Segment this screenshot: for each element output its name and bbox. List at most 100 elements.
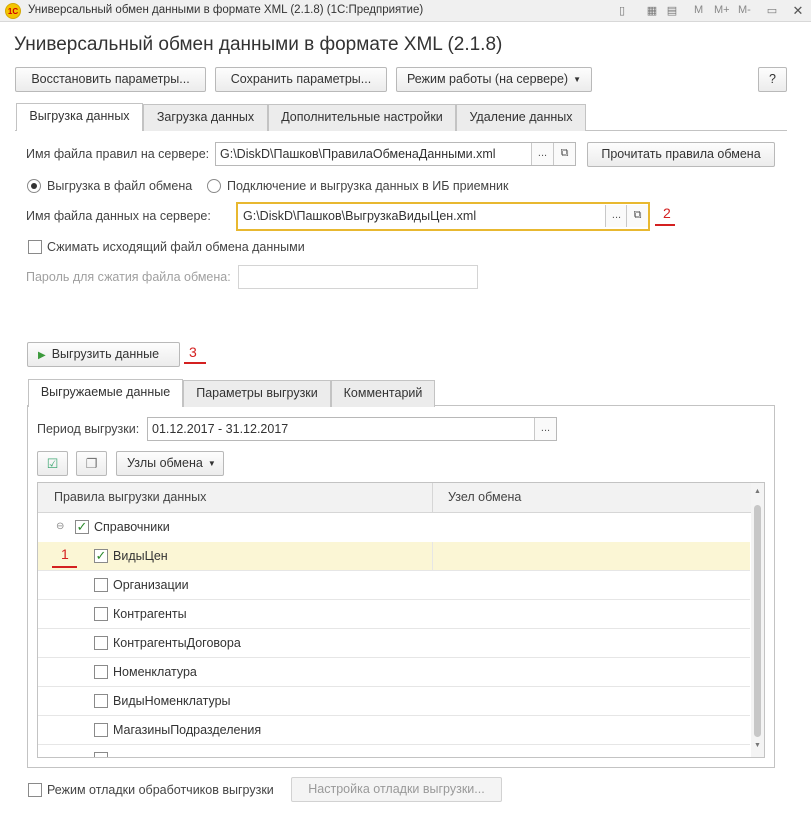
calculator-icon[interactable]: ▦ [644, 3, 660, 19]
table-row[interactable]: ВидыНоменклатуры [38, 687, 750, 716]
play-icon: ▶ [38, 350, 46, 361]
annotation-1-underline [52, 566, 77, 568]
tab-export-params[interactable]: Параметры выгрузки [183, 380, 331, 407]
minimize-icon[interactable]: ▭ [764, 3, 780, 19]
chevron-down-icon: ▼ [573, 75, 582, 84]
table-header: Правила выгрузки данных Узел обмена [38, 483, 764, 513]
calendar-icon[interactable]: ▤ [664, 3, 680, 19]
mode-dropdown-button[interactable]: Режим работы (на сервере) ▼ [396, 67, 592, 92]
tab-additional-settings[interactable]: Дополнительные настройки [268, 104, 456, 131]
row-label: Контрагенты [113, 607, 187, 621]
debug-settings-button[interactable]: Настройка отладки выгрузки... [291, 777, 502, 802]
annotation-2-underline [655, 224, 675, 226]
save-params-button[interactable]: Сохранить параметры... [215, 67, 387, 92]
tab-comment[interactable]: Комментарий [331, 380, 435, 407]
period-value: 01.12.2017 - 31.12.2017 [152, 422, 289, 436]
period-field[interactable]: 01.12.2017 - 31.12.2017 [147, 417, 557, 441]
row-checkbox[interactable] [94, 752, 108, 757]
table-row[interactable]: Номенклатура [38, 658, 750, 687]
table-row-partial[interactable] [38, 745, 750, 757]
period-label: Период выгрузки: [37, 422, 140, 436]
tab-import[interactable]: Загрузка данных [143, 104, 268, 131]
group-label: Справочники [94, 520, 170, 534]
radio-export-to-file[interactable] [27, 179, 41, 193]
rules-file-field[interactable]: G:\DiskD\Пашков\ПравилаОбменаДанными.xml [215, 142, 576, 166]
export-rules-table: Правила выгрузки данных Узел обмена ⊖ ✓ … [37, 482, 765, 758]
annotation-3: 3 [189, 344, 197, 360]
exchange-nodes-label: Узлы обмена [127, 456, 203, 470]
row-checkbox[interactable]: ✓ [94, 549, 108, 563]
check-all-button[interactable]: ☑ [37, 451, 68, 476]
scrollbar-thumb[interactable] [754, 505, 761, 737]
rules-file-label: Имя файла правил на сервере: [26, 147, 210, 161]
data-file-field[interactable]: G:\DiskD\Пашков\ВыгрузкаВидыЦен.xml [236, 202, 650, 231]
rules-file-open-icon[interactable]: ⧉ [553, 143, 575, 165]
rules-file-value: G:\DiskD\Пашков\ПравилаОбменаДанными.xml [220, 147, 496, 161]
row-checkbox[interactable] [94, 636, 108, 650]
row-checkbox[interactable] [94, 607, 108, 621]
column-header-rules[interactable]: Правила выгрузки данных [54, 483, 206, 513]
compress-label: Сжимать исходящий файл обмена данными [47, 240, 305, 254]
row-label: МагазиныПодразделения [113, 723, 262, 737]
document-icon[interactable]: ▯ [614, 3, 630, 19]
table-row[interactable]: КонтрагентыДоговора [38, 629, 750, 658]
row-checkbox[interactable] [94, 723, 108, 737]
close-icon[interactable]: ✕ [789, 2, 807, 20]
help-button[interactable]: ? [758, 67, 787, 92]
table-row[interactable]: Контрагенты [38, 600, 750, 629]
collapse-icon[interactable]: ⊖ [56, 513, 64, 541]
table-row[interactable]: ✓ ВидыЦен [38, 542, 750, 571]
scroll-up-icon[interactable]: ▲ [754, 488, 761, 495]
memory-m-button[interactable]: M [694, 4, 703, 16]
compress-checkbox[interactable] [28, 240, 42, 254]
memory-plus-button[interactable]: M+ [714, 4, 730, 16]
row-label: КонтрагентыДоговора [113, 636, 241, 650]
table-row[interactable]: Организации [38, 571, 750, 600]
exchange-nodes-button[interactable]: Узлы обмена ▼ [116, 451, 224, 476]
annotation-3-underline [184, 362, 206, 364]
annotation-2: 2 [663, 205, 671, 221]
uncheck-all-button[interactable]: ❐ [76, 451, 107, 476]
radio-selected-dot [31, 183, 37, 189]
column-divider [432, 483, 433, 513]
column-header-node[interactable]: Узел обмена [448, 483, 521, 513]
app-logo-icon: 1С [5, 3, 21, 19]
radio-export-to-ib[interactable] [207, 179, 221, 193]
group-checkbox[interactable]: ✓ [75, 520, 89, 534]
annotation-1: 1 [61, 546, 69, 562]
memory-minus-button[interactable]: M- [738, 4, 751, 16]
tab-delete-data[interactable]: Удаление данных [456, 104, 586, 131]
row-label: Номенклатура [113, 665, 197, 679]
chevron-down-icon: ▼ [207, 459, 216, 468]
export-data-label: Выгрузить данные [51, 347, 160, 361]
debug-mode-label: Режим отладки обработчиков выгрузки [47, 783, 274, 797]
rules-file-browse-button[interactable]: ... [531, 143, 553, 165]
read-rules-button[interactable]: Прочитать правила обмена [587, 142, 775, 167]
table-row[interactable]: МагазиныПодразделения [38, 716, 750, 745]
row-checkbox[interactable] [94, 578, 108, 592]
row-checkbox[interactable] [94, 694, 108, 708]
data-file-label: Имя файла данных на сервере: [26, 209, 211, 223]
data-file-open-icon[interactable]: ⧉ [626, 205, 648, 227]
mode-dropdown-label: Режим работы (на сервере) [407, 72, 569, 86]
restore-params-button[interactable]: Восстановить параметры... [15, 67, 206, 92]
period-select-button[interactable]: ... [534, 418, 556, 440]
row-label: ВидыНоменклатуры [113, 694, 231, 708]
form-title: Универсальный обмен данными в формате XM… [14, 34, 503, 55]
row-checkbox[interactable] [94, 665, 108, 679]
tab-exported-data[interactable]: Выгружаемые данные [28, 379, 183, 407]
tab-export[interactable]: Выгрузка данных [16, 103, 143, 131]
password-label: Пароль для сжатия файла обмена: [26, 270, 231, 284]
data-file-browse-button[interactable]: ... [605, 205, 627, 227]
radio-export-to-file-label: Выгрузка в файл обмена [47, 179, 193, 193]
cell-divider [432, 542, 433, 570]
export-data-button[interactable]: ▶ Выгрузить данные [27, 342, 180, 367]
data-file-value: G:\DiskD\Пашков\ВыгрузкаВидыЦен.xml [243, 209, 477, 223]
uncheck-all-icon: ❐ [85, 456, 98, 471]
row-label: Организации [113, 578, 189, 592]
scroll-down-icon[interactable]: ▼ [754, 742, 761, 749]
debug-mode-checkbox[interactable] [28, 783, 42, 797]
table-group-row[interactable]: ⊖ ✓ Справочники [38, 513, 750, 542]
password-field[interactable] [238, 265, 478, 289]
radio-export-to-ib-label: Подключение и выгрузка данных в ИБ прием… [227, 179, 509, 193]
